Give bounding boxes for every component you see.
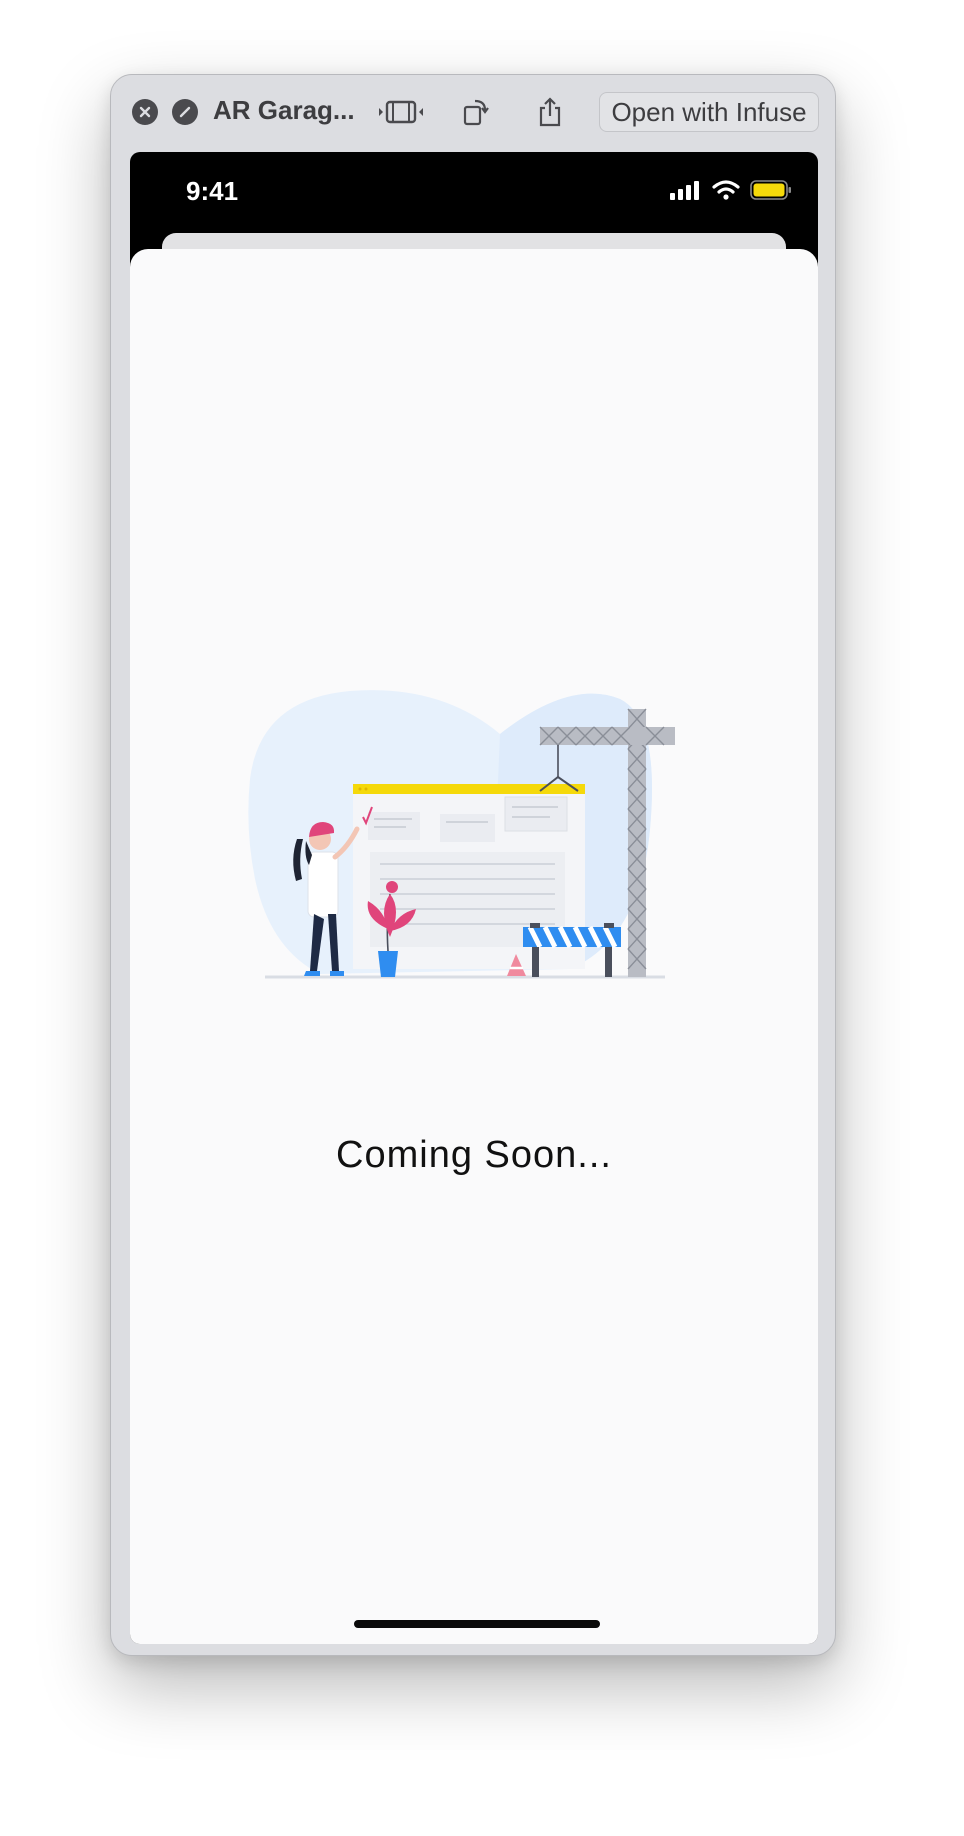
home-indicator[interactable] xyxy=(354,1620,600,1628)
share-icon[interactable] xyxy=(533,93,567,131)
coming-soon-sheet: Coming Soon... xyxy=(130,249,818,1644)
signal-icon xyxy=(670,180,702,205)
window-title: AR Garag... xyxy=(213,95,355,125)
video-frame-icon[interactable] xyxy=(376,93,426,131)
device-screen: 9:41 Coming Soon... xyxy=(130,152,818,1644)
rotate-icon[interactable] xyxy=(459,93,493,131)
close-icon[interactable] xyxy=(132,99,158,125)
simulator-window: AR Garag... Open with Infuse 9:41 Coming… xyxy=(110,74,836,1656)
block-icon[interactable] xyxy=(172,99,198,125)
battery-icon xyxy=(750,179,792,206)
wifi-icon xyxy=(712,180,740,205)
open-with-infuse-button[interactable]: Open with Infuse xyxy=(599,92,819,132)
status-time: 9:41 xyxy=(186,176,239,206)
window-titlebar: AR Garag... Open with Infuse xyxy=(111,75,835,149)
coming-soon-message: Coming Soon... xyxy=(336,1134,612,1176)
under-construction-illustration xyxy=(248,690,675,979)
status-icons xyxy=(670,179,792,206)
